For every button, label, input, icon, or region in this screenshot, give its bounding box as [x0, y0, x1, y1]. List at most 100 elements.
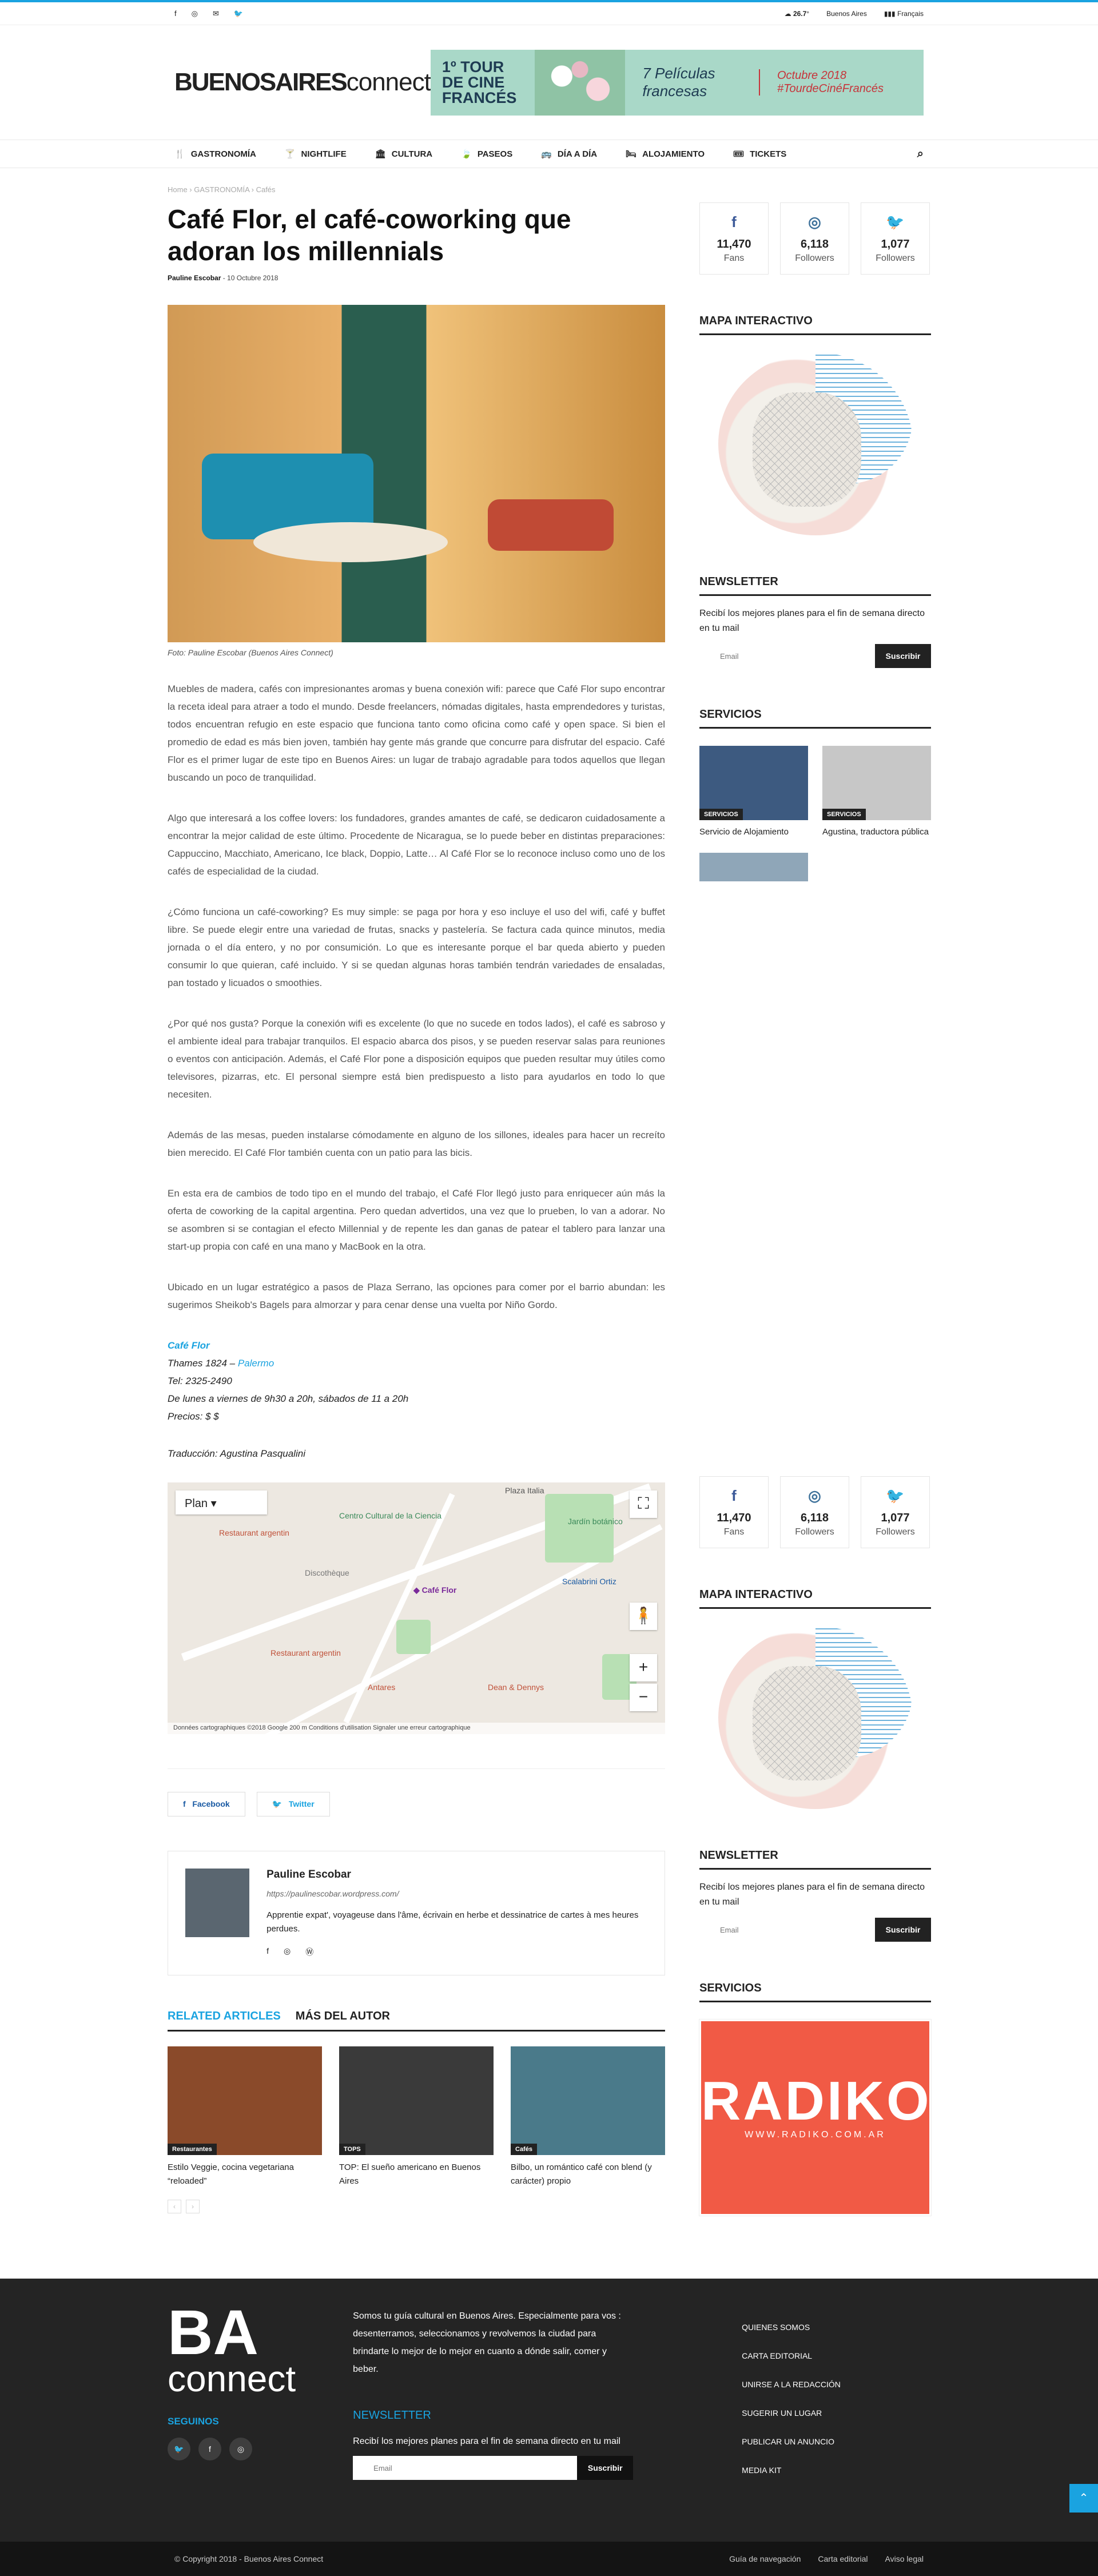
bus-icon: 🚌: [541, 149, 552, 159]
service-title[interactable]: Agustina, traductora pública: [822, 826, 931, 838]
instagram-counter[interactable]: ◎6,118Followers: [780, 202, 849, 275]
breadcrumb[interactable]: Home › GASTRONOMÍA › Cafés: [168, 185, 665, 194]
nav-alojamiento[interactable]: 🛏ALOJAMIENTO: [626, 149, 705, 159]
prev-page-button[interactable]: ‹: [168, 2200, 181, 2213]
tab-related-articles[interactable]: RELATED ARTICLES: [168, 2010, 281, 2023]
service-title[interactable]: Servicio de Alojamiento: [699, 826, 808, 838]
newsletter-email-input[interactable]: [699, 644, 875, 668]
related-title[interactable]: TOP: El sueño americano en Buenos Aires: [339, 2161, 494, 2188]
twitter-icon[interactable]: 🐦: [168, 2438, 190, 2460]
nav-paseos[interactable]: 🍃PASEOS: [461, 149, 512, 159]
map-type-select[interactable]: Plan ▾: [176, 1490, 267, 1514]
footer-link[interactable]: SUGERIR UN LUGAR: [742, 2399, 841, 2427]
facebook-icon[interactable]: f: [174, 9, 177, 18]
twitter-counter[interactable]: 🐦1,077Followers: [861, 1476, 930, 1548]
service-category[interactable]: SERVICIOS: [822, 809, 866, 820]
interactive-map-image[interactable]: [718, 352, 913, 535]
share-facebook-label: Facebook: [192, 1799, 229, 1808]
service-image[interactable]: SERVICIOS: [699, 746, 808, 820]
venue-neighborhood-link[interactable]: Palermo: [238, 1358, 274, 1369]
venue-name[interactable]: Café Flor: [168, 1340, 210, 1351]
fork-icon: 🍴: [174, 149, 185, 159]
facebook-icon[interactable]: f: [198, 2438, 221, 2460]
mail-icon[interactable]: ✉: [213, 9, 219, 18]
author-name[interactable]: Pauline Escobar: [266, 1869, 647, 1881]
related-title[interactable]: Estilo Veggie, cocina vegetariana “reloa…: [168, 2161, 322, 2188]
facebook-counter[interactable]: f11,470Fans: [699, 202, 769, 275]
interactive-map-image[interactable]: [718, 1626, 913, 1809]
footer-email-input[interactable]: [353, 2456, 577, 2480]
service-image[interactable]: [699, 853, 808, 881]
share-facebook-button[interactable]: f Facebook: [168, 1792, 245, 1816]
instagram-icon[interactable]: ◎: [284, 1946, 291, 1958]
twitter-counter[interactable]: 🐦1,077Followers: [861, 202, 930, 275]
nav-tickets[interactable]: 🎟TICKETS: [733, 149, 786, 159]
footer-link[interactable]: PUBLICAR UN ANUNCIO: [742, 2427, 841, 2456]
wordpress-icon[interactable]: Ⓦ: [305, 1946, 313, 1958]
author-url[interactable]: https://paulinescobar.wordpress.com/: [266, 1889, 647, 1898]
related-image[interactable]: Restaurantes: [168, 2046, 322, 2155]
google-map[interactable]: Plan ▾ ⛶ 🧍 + − Restaurant argentin Centr…: [168, 1482, 665, 1734]
nav-label: GASTRONOMÍA: [191, 149, 256, 159]
instagram-icon[interactable]: ◎: [192, 9, 198, 18]
share-twitter-button[interactable]: 🐦 Twitter: [257, 1792, 330, 1816]
facebook-icon[interactable]: f: [266, 1946, 269, 1958]
related-card[interactable]: Restaurantes Estilo Veggie, cocina veget…: [168, 2046, 322, 2188]
site-logo[interactable]: BUENOSAIRESconnect: [174, 68, 431, 97]
service-card[interactable]: [699, 853, 808, 881]
service-category[interactable]: SERVICIOS: [699, 809, 743, 820]
header-banner-ad[interactable]: 1º TOUR DE CINE FRANCÉS 7 Películas fran…: [431, 50, 924, 116]
instagram-icon[interactable]: ◎: [229, 2438, 252, 2460]
nav-gastronomia[interactable]: 🍴 GASTRONOMÍA: [174, 149, 256, 159]
footer-subscribe-button[interactable]: Suscribir: [577, 2456, 633, 2480]
related-title[interactable]: Bilbo, un romántico café con blend (y ca…: [511, 2161, 665, 2188]
nav-dia-a-dia[interactable]: 🚌DÍA A DÍA: [541, 149, 597, 159]
radiko-ad[interactable]: RADIKO WWW.RADIKO.COM.AR: [699, 2020, 931, 2216]
related-category[interactable]: Cafés: [511, 2144, 537, 2155]
subscribe-button[interactable]: Suscribir: [875, 1918, 931, 1942]
author-avatar[interactable]: [185, 1869, 249, 1937]
footer-logo-big: BA: [168, 2297, 258, 2368]
article-meta: Pauline Escobar - 10 Octubre 2018: [168, 274, 665, 282]
nav-nightlife[interactable]: 🍸NIGHTLIFE: [285, 149, 347, 159]
facebook-counter[interactable]: f11,470Fans: [699, 1476, 769, 1548]
service-image[interactable]: SERVICIOS: [822, 746, 931, 820]
footer-link[interactable]: CARTA EDITORIAL: [742, 2342, 841, 2370]
related-card[interactable]: TOPS TOP: El sueño americano en Buenos A…: [339, 2046, 494, 2188]
search-icon[interactable]: ⌕: [917, 148, 924, 161]
language-switch[interactable]: ▮▮▮ Français: [884, 10, 924, 18]
service-card[interactable]: SERVICIOS Agustina, traductora pública: [822, 746, 931, 838]
nav-cultura[interactable]: 🏛CULTURA: [375, 149, 432, 159]
street-view-icon[interactable]: 🧍: [630, 1603, 657, 1630]
instagram-counter[interactable]: ◎6,118Followers: [780, 1476, 849, 1548]
bottom-link[interactable]: Guía de navegación: [729, 2554, 801, 2563]
sidebar: f11,470Fans ◎6,118Followers 🐦1,077Follow…: [699, 168, 931, 2216]
related-category[interactable]: TOPS: [339, 2144, 365, 2155]
service-card[interactable]: SERVICIOS Servicio de Alojamiento: [699, 746, 808, 838]
article-author[interactable]: Pauline Escobar: [168, 274, 221, 282]
related-category[interactable]: Restaurantes: [168, 2144, 217, 2155]
bottom-link[interactable]: Aviso legal: [885, 2554, 924, 2563]
twitter-icon[interactable]: 🐦: [234, 9, 243, 18]
related-card[interactable]: Cafés Bilbo, un romántico café con blend…: [511, 2046, 665, 2188]
footer-link[interactable]: MEDIA KIT: [742, 2456, 841, 2484]
cocktail-icon: 🍸: [285, 149, 296, 159]
footer-logo[interactable]: BAconnect: [168, 2307, 296, 2399]
map-marker-cafe-flor[interactable]: ◆ Café Flor: [413, 1585, 456, 1595]
fullscreen-icon[interactable]: ⛶: [630, 1490, 657, 1518]
article-date: - 10 Octubre 2018: [223, 274, 279, 282]
tab-mas-del-autor[interactable]: MÁS DEL AUTOR: [296, 2010, 390, 2023]
subscribe-button[interactable]: Suscribir: [875, 644, 931, 668]
next-page-button[interactable]: ›: [186, 2200, 200, 2213]
bottom-link[interactable]: Carta editorial: [818, 2554, 868, 2563]
newsletter-email-input[interactable]: [699, 1918, 875, 1942]
footer-link[interactable]: UNIRSE A LA REDACCIÓN: [742, 2370, 841, 2399]
instagram-icon: ◎: [781, 213, 849, 231]
counter-value: 11,470: [700, 1512, 768, 1525]
footer-link[interactable]: QUIENES SOMOS: [742, 2313, 841, 2342]
zoom-out-button[interactable]: −: [630, 1684, 657, 1711]
back-to-top-button[interactable]: ⌃: [1069, 2484, 1098, 2513]
zoom-in-button[interactable]: +: [630, 1654, 657, 1681]
related-image[interactable]: TOPS: [339, 2046, 494, 2155]
related-image[interactable]: Cafés: [511, 2046, 665, 2155]
